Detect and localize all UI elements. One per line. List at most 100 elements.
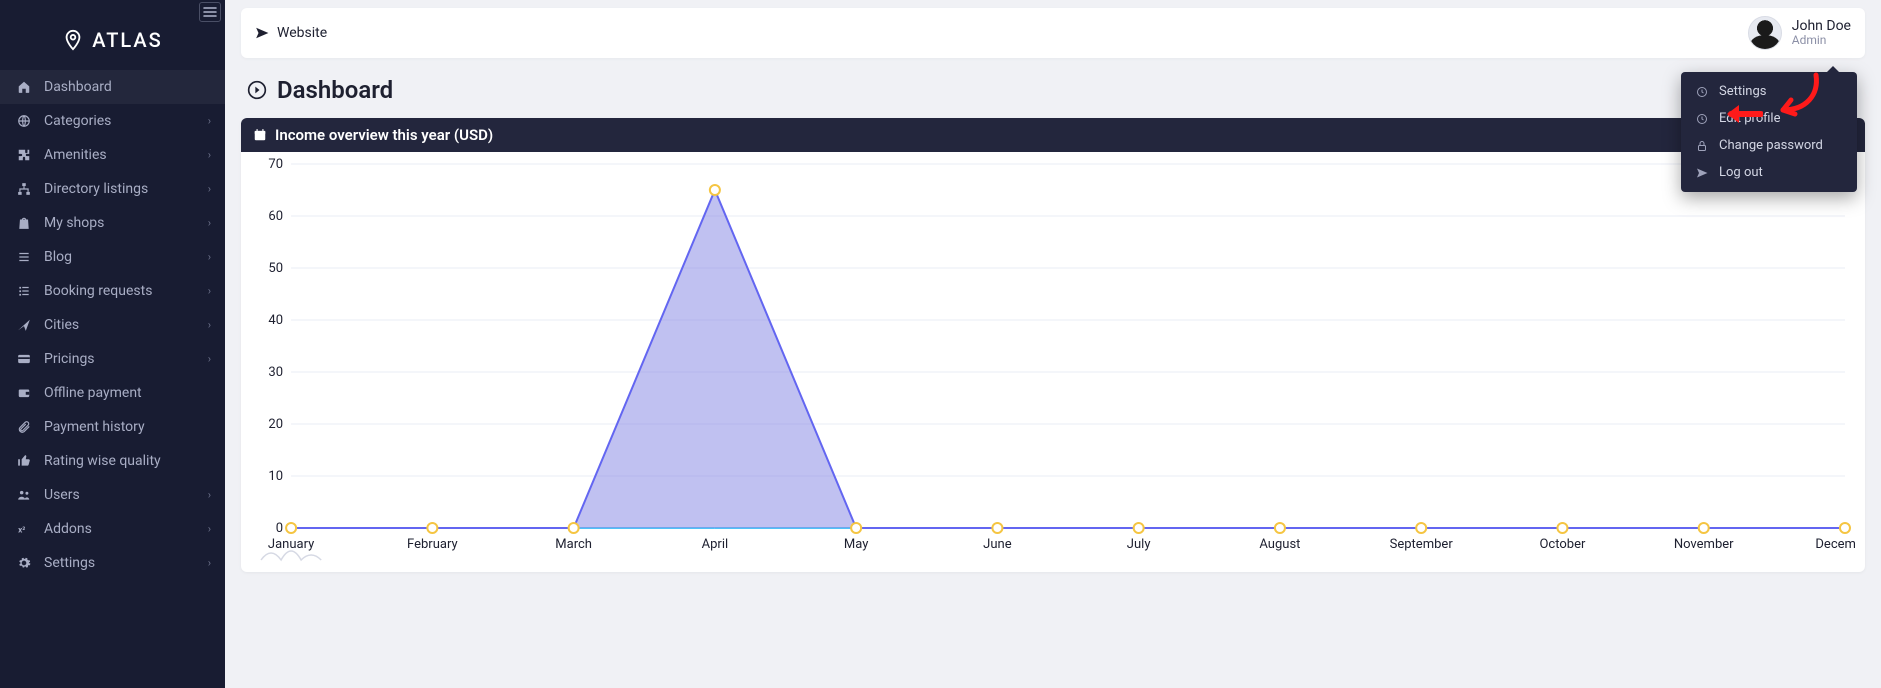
sidebar-item-cities[interactable]: Cities› xyxy=(0,308,225,342)
home-icon xyxy=(14,80,34,94)
profile-menu-settings[interactable]: Settings xyxy=(1681,78,1857,105)
plane-icon xyxy=(255,26,269,40)
profile-menu-log-out[interactable]: Log out xyxy=(1681,159,1857,186)
sidebar-item-label: Categories xyxy=(44,113,111,129)
svg-text:40: 40 xyxy=(268,313,283,328)
chevron-right-icon: › xyxy=(208,353,211,366)
arrow-circle-icon xyxy=(247,80,267,100)
sidebar-item-payment-history[interactable]: Payment history xyxy=(0,410,225,444)
svg-text:70: 70 xyxy=(268,158,283,172)
list-icon xyxy=(14,250,34,264)
sidebar-item-label: Offline payment xyxy=(44,385,142,401)
profile-menu-label: Change password xyxy=(1719,138,1823,153)
sidebar-item-settings[interactable]: Settings › xyxy=(0,546,225,580)
sidebar-item-directory-listings[interactable]: Directory listings › xyxy=(0,172,225,206)
page-header: Dashboard xyxy=(241,58,1865,118)
svg-text:November: November xyxy=(1674,537,1734,552)
sidebar-item-users[interactable]: Users › xyxy=(0,478,225,512)
svg-text:June: June xyxy=(983,537,1012,552)
profile-menu-edit-profile[interactable]: Edit profile xyxy=(1681,105,1857,132)
location-icon xyxy=(14,318,34,332)
chevron-right-icon: › xyxy=(208,183,211,196)
income-chart: 010203040506070JanuaryFebruaryMarchApril… xyxy=(251,158,1855,566)
website-link[interactable]: Website xyxy=(255,25,327,41)
sidebar-item-addons[interactable]: x² Addons › xyxy=(0,512,225,546)
brand[interactable]: ATLAS xyxy=(0,0,225,70)
sidebar-item-offline-payment[interactable]: Offline payment xyxy=(0,376,225,410)
sidebar-item-label: Users xyxy=(44,487,80,503)
sidebar-item-label: Payment history xyxy=(44,419,145,435)
user-role: Admin xyxy=(1792,34,1851,47)
sidebar-item-label: Blog xyxy=(44,249,72,265)
svg-text:x²: x² xyxy=(18,525,25,535)
tasks-icon xyxy=(14,284,34,298)
income-chart-card: Income overview this year (USD) 01020304… xyxy=(241,118,1865,572)
puzzle-icon xyxy=(14,148,34,162)
sidebar-item-blog[interactable]: Blog › xyxy=(0,240,225,274)
svg-text:10: 10 xyxy=(268,469,283,484)
svg-text:0: 0 xyxy=(276,521,283,536)
chart-container: 010203040506070JanuaryFebruaryMarchApril… xyxy=(241,152,1865,572)
users-icon xyxy=(14,488,34,502)
sidebar-item-label: Pricings xyxy=(44,351,95,367)
page-title: Dashboard xyxy=(277,76,393,104)
sidebar-item-label: Directory listings xyxy=(44,181,148,197)
svg-text:March: March xyxy=(555,537,592,552)
user-name: John Doe xyxy=(1792,19,1851,34)
svg-text:September: September xyxy=(1390,537,1454,552)
sidebar-item-label: Addons xyxy=(44,521,92,537)
thumb-icon xyxy=(14,454,34,468)
profile-menu-label: Log out xyxy=(1719,165,1763,180)
menu-icon xyxy=(203,7,217,17)
topbar: Website John Doe Admin xyxy=(241,8,1865,58)
card-header: Income overview this year (USD) xyxy=(241,118,1865,152)
chevron-right-icon: › xyxy=(208,523,211,536)
globe-icon xyxy=(14,114,34,128)
sidebar-item-categories[interactable]: Categories› xyxy=(0,104,225,138)
brand-pin-icon xyxy=(62,29,84,51)
profile-menu-change-password[interactable]: Change password xyxy=(1681,132,1857,159)
sidebar-item-pricings[interactable]: Pricings › xyxy=(0,342,225,376)
svg-text:60: 60 xyxy=(268,209,283,224)
sitemap-icon xyxy=(14,182,34,196)
gear-icon xyxy=(14,556,34,570)
clip-icon xyxy=(14,420,34,434)
chevron-right-icon: › xyxy=(208,557,211,570)
svg-text:April: April xyxy=(702,537,729,552)
svg-text:May: May xyxy=(844,537,869,552)
clock-icon xyxy=(1695,86,1709,98)
x2-icon: x² xyxy=(14,522,34,536)
chevron-right-icon: › xyxy=(208,217,211,230)
svg-text:August: August xyxy=(1259,537,1300,552)
sidebar: ATLAS DashboardCategories›Amenities›Dire… xyxy=(0,0,225,688)
chevron-right-icon: › xyxy=(208,251,211,264)
chevron-right-icon: › xyxy=(208,285,211,298)
svg-text:December: December xyxy=(1815,537,1855,552)
profile-menu-label: Edit profile xyxy=(1719,111,1781,126)
website-link-label: Website xyxy=(277,25,327,41)
card-icon xyxy=(14,352,34,366)
svg-text:30: 30 xyxy=(268,365,283,380)
svg-text:January: January xyxy=(268,537,314,552)
plane-icon xyxy=(1695,167,1709,179)
sidebar-item-label: Dashboard xyxy=(44,79,112,95)
sidebar-item-booking-requests[interactable]: Booking requests› xyxy=(0,274,225,308)
sidebar-item-my-shops[interactable]: My shops› xyxy=(0,206,225,240)
chevron-right-icon: › xyxy=(208,489,211,502)
sidebar-item-label: Settings xyxy=(44,555,95,571)
avatar xyxy=(1748,16,1782,50)
sidebar-item-rating-wise-quality[interactable]: Rating wise quality xyxy=(0,444,225,478)
sidebar-toggle-button[interactable] xyxy=(199,2,221,22)
sidebar-item-label: Cities xyxy=(44,317,79,333)
svg-text:July: July xyxy=(1127,537,1151,552)
clock-icon xyxy=(1695,113,1709,125)
user-menu-trigger[interactable]: John Doe Admin xyxy=(1748,16,1851,50)
svg-text:October: October xyxy=(1539,537,1586,552)
calendar-icon xyxy=(253,128,267,142)
brand-name: ATLAS xyxy=(92,28,163,52)
card-title: Income overview this year (USD) xyxy=(275,126,493,144)
profile-dropdown: Settings Edit profile Change password Log o… xyxy=(1681,72,1857,192)
sidebar-item-label: Amenities xyxy=(44,147,107,163)
sidebar-item-amenities[interactable]: Amenities› xyxy=(0,138,225,172)
sidebar-item-dashboard[interactable]: Dashboard xyxy=(0,70,225,104)
